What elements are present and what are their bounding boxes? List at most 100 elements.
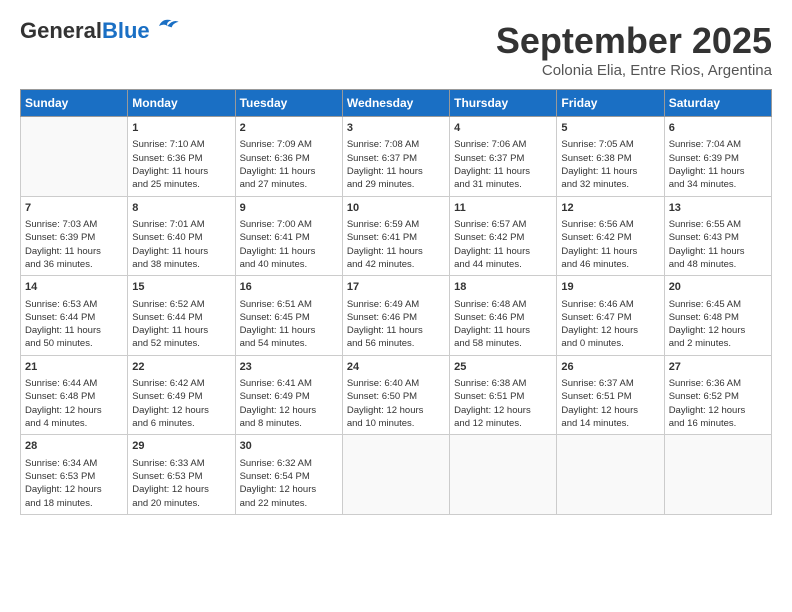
day-number: 15 — [132, 280, 230, 295]
calendar-cell: 22 Sunrise: 6:42 AM Sunset: 6:49 PM Dayli… — [128, 355, 235, 435]
cell-info: Sunrise: 6:49 AM Sunset: 6:46 PM Dayligh… — [347, 298, 445, 351]
calendar-cell: 26 Sunrise: 6:37 AM Sunset: 6:51 PM Dayli… — [557, 355, 664, 435]
day-number: 29 — [132, 439, 230, 454]
day-number: 12 — [561, 201, 659, 216]
day-number: 1 — [132, 121, 230, 136]
logo: GeneralBlue — [20, 20, 180, 42]
calendar-cell: 2Sunrise: 7:09 AM Sunset: 6:36 PM Daylig… — [235, 117, 342, 197]
calendar-cell: 21 Sunrise: 6:44 AM Sunset: 6:48 PM Dayli… — [21, 355, 128, 435]
day-number: 4 — [454, 121, 552, 136]
cell-info: Sunrise: 6:45 AM Sunset: 6:48 PM Dayligh… — [669, 298, 767, 351]
cell-info: Sunrise: 7:04 AM Sunset: 6:39 PM Dayligh… — [669, 138, 767, 191]
calendar-cell: 28 Sunrise: 6:34 AM Sunset: 6:53 PM Dayli… — [21, 435, 128, 515]
calendar-week-1: 1 Sunrise: 7:10 AM Sunset: 6:36 PM Daylig… — [21, 117, 772, 197]
calendar-cell — [557, 435, 664, 515]
cell-info: Sunrise: 6:57 AM Sunset: 6:42 PM Dayligh… — [454, 218, 552, 271]
calendar-cell: 7Sunrise: 7:03 AM Sunset: 6:39 PM Daylig… — [21, 196, 128, 276]
day-number: 23 — [240, 360, 338, 375]
calendar-cell — [450, 435, 557, 515]
cell-info: Sunrise: 6:48 AM Sunset: 6:46 PM Dayligh… — [454, 298, 552, 351]
calendar-table: SundayMondayTuesdayWednesdayThursdayFrid… — [20, 89, 772, 515]
calendar-cell — [21, 117, 128, 197]
cell-info: Sunrise: 7:00 AM Sunset: 6:41 PM Dayligh… — [240, 218, 338, 271]
day-number: 22 — [132, 360, 230, 375]
day-number: 27 — [669, 360, 767, 375]
day-number: 17 — [347, 280, 445, 295]
calendar-cell — [664, 435, 771, 515]
cell-info: Sunrise: 6:44 AM Sunset: 6:48 PM Dayligh… — [25, 377, 123, 430]
calendar-cell: 30 Sunrise: 6:32 AM Sunset: 6:54 PM Dayli… — [235, 435, 342, 515]
cell-info: Sunrise: 7:10 AM Sunset: 6:36 PM Dayligh… — [132, 138, 230, 191]
calendar-week-4: 21 Sunrise: 6:44 AM Sunset: 6:48 PM Dayli… — [21, 355, 772, 435]
calendar-cell: 23 Sunrise: 6:41 AM Sunset: 6:49 PM Dayli… — [235, 355, 342, 435]
day-number: 9 — [240, 201, 338, 216]
calendar-cell: 13Sunrise: 6:55 AM Sunset: 6:43 PM Dayli… — [664, 196, 771, 276]
day-number: 16 — [240, 280, 338, 295]
cell-info: Sunrise: 6:51 AM Sunset: 6:45 PM Dayligh… — [240, 298, 338, 351]
day-header-sunday: Sunday — [21, 90, 128, 117]
day-number: 21 — [25, 360, 123, 375]
month-title: September 2025 — [496, 20, 772, 62]
calendar-cell: 29 Sunrise: 6:33 AM Sunset: 6:53 PM Dayli… — [128, 435, 235, 515]
day-number: 18 — [454, 280, 552, 295]
day-number: 20 — [669, 280, 767, 295]
cell-info: Sunrise: 6:56 AM Sunset: 6:42 PM Dayligh… — [561, 218, 659, 271]
cell-info: Sunrise: 6:55 AM Sunset: 6:43 PM Dayligh… — [669, 218, 767, 271]
cell-info: Sunrise: 6:52 AM Sunset: 6:44 PM Dayligh… — [132, 298, 230, 351]
cell-info: Sunrise: 6:37 AM Sunset: 6:51 PM Dayligh… — [561, 377, 659, 430]
calendar-cell: 3 Sunrise: 7:08 AM Sunset: 6:37 PM Daylig… — [342, 117, 449, 197]
page-header: GeneralBlue September 2025 Colonia Elia,… — [20, 20, 772, 79]
calendar-cell: 10 Sunrise: 6:59 AM Sunset: 6:41 PM Dayli… — [342, 196, 449, 276]
calendar-cell: 18 Sunrise: 6:48 AM Sunset: 6:46 PM Dayli… — [450, 276, 557, 356]
day-number: 3 — [347, 121, 445, 136]
day-number: 28 — [25, 439, 123, 454]
calendar-cell — [342, 435, 449, 515]
logo-general: GeneralBlue — [20, 20, 150, 42]
day-header-friday: Friday — [557, 90, 664, 117]
cell-info: Sunrise: 6:33 AM Sunset: 6:53 PM Dayligh… — [132, 457, 230, 510]
day-number: 7 — [25, 201, 123, 216]
cell-info: Sunrise: 7:08 AM Sunset: 6:37 PM Dayligh… — [347, 138, 445, 191]
day-header-monday: Monday — [128, 90, 235, 117]
cell-info: Sunrise: 6:32 AM Sunset: 6:54 PM Dayligh… — [240, 457, 338, 510]
title-block: September 2025 Colonia Elia, Entre Rios,… — [496, 20, 772, 79]
calendar-cell: 25Sunrise: 6:38 AM Sunset: 6:51 PM Dayli… — [450, 355, 557, 435]
cell-info: Sunrise: 7:05 AM Sunset: 6:38 PM Dayligh… — [561, 138, 659, 191]
day-number: 5 — [561, 121, 659, 136]
calendar-week-2: 7Sunrise: 7:03 AM Sunset: 6:39 PM Daylig… — [21, 196, 772, 276]
cell-info: Sunrise: 7:06 AM Sunset: 6:37 PM Dayligh… — [454, 138, 552, 191]
calendar-cell: 14Sunrise: 6:53 AM Sunset: 6:44 PM Dayli… — [21, 276, 128, 356]
cell-info: Sunrise: 6:59 AM Sunset: 6:41 PM Dayligh… — [347, 218, 445, 271]
calendar-cell: 24 Sunrise: 6:40 AM Sunset: 6:50 PM Dayli… — [342, 355, 449, 435]
calendar-cell: 27 Sunrise: 6:36 AM Sunset: 6:52 PM Dayli… — [664, 355, 771, 435]
calendar-cell: 16 Sunrise: 6:51 AM Sunset: 6:45 PM Dayli… — [235, 276, 342, 356]
calendar-header-row: SundayMondayTuesdayWednesdayThursdayFrid… — [21, 90, 772, 117]
calendar-cell: 9 Sunrise: 7:00 AM Sunset: 6:41 PM Daylig… — [235, 196, 342, 276]
cell-info: Sunrise: 6:40 AM Sunset: 6:50 PM Dayligh… — [347, 377, 445, 430]
day-number: 26 — [561, 360, 659, 375]
cell-info: Sunrise: 6:38 AM Sunset: 6:51 PM Dayligh… — [454, 377, 552, 430]
day-number: 30 — [240, 439, 338, 454]
calendar-cell: 6 Sunrise: 7:04 AM Sunset: 6:39 PM Daylig… — [664, 117, 771, 197]
calendar-cell: 12 Sunrise: 6:56 AM Sunset: 6:42 PM Dayli… — [557, 196, 664, 276]
cell-info: Sunrise: 7:09 AM Sunset: 6:36 PM Dayligh… — [240, 138, 338, 191]
day-number: 6 — [669, 121, 767, 136]
calendar-cell: 5 Sunrise: 7:05 AM Sunset: 6:38 PM Daylig… — [557, 117, 664, 197]
day-number: 8 — [132, 201, 230, 216]
logo-bird-icon — [152, 12, 180, 40]
location-subtitle: Colonia Elia, Entre Rios, Argentina — [496, 62, 772, 79]
cell-info: Sunrise: 7:01 AM Sunset: 6:40 PM Dayligh… — [132, 218, 230, 271]
cell-info: Sunrise: 6:36 AM Sunset: 6:52 PM Dayligh… — [669, 377, 767, 430]
day-number: 24 — [347, 360, 445, 375]
cell-info: Sunrise: 6:34 AM Sunset: 6:53 PM Dayligh… — [25, 457, 123, 510]
cell-info: Sunrise: 6:42 AM Sunset: 6:49 PM Dayligh… — [132, 377, 230, 430]
cell-info: Sunrise: 6:46 AM Sunset: 6:47 PM Dayligh… — [561, 298, 659, 351]
day-number: 10 — [347, 201, 445, 216]
calendar-cell: 17 Sunrise: 6:49 AM Sunset: 6:46 PM Dayli… — [342, 276, 449, 356]
cell-info: Sunrise: 6:41 AM Sunset: 6:49 PM Dayligh… — [240, 377, 338, 430]
cell-info: Sunrise: 6:53 AM Sunset: 6:44 PM Dayligh… — [25, 298, 123, 351]
calendar-week-5: 28 Sunrise: 6:34 AM Sunset: 6:53 PM Dayli… — [21, 435, 772, 515]
day-header-saturday: Saturday — [664, 90, 771, 117]
day-header-wednesday: Wednesday — [342, 90, 449, 117]
calendar-cell: 20 Sunrise: 6:45 AM Sunset: 6:48 PM Dayli… — [664, 276, 771, 356]
